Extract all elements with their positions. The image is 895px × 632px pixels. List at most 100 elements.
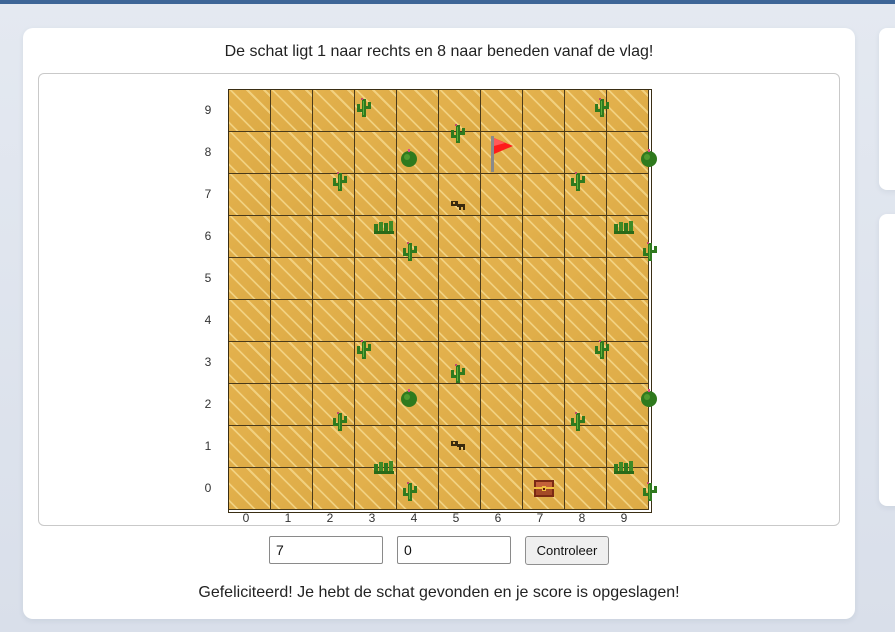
grid-cell[interactable] [523,384,565,426]
grid-cell[interactable] [523,174,565,216]
grid-cell[interactable] [565,258,607,300]
grid-cell[interactable] [229,300,271,342]
grid-cell[interactable] [271,174,313,216]
grid-cell[interactable] [565,174,607,216]
grid-cell[interactable] [397,258,439,300]
grid-cell[interactable] [229,90,271,132]
grid-cell[interactable] [481,426,523,468]
grid-cell[interactable] [481,384,523,426]
treasure-grid[interactable] [228,89,657,513]
grid-cell[interactable] [229,384,271,426]
grid-cell[interactable] [313,132,355,174]
grid-cell[interactable] [397,384,439,426]
grid-cell[interactable] [355,216,397,258]
grid-cell[interactable] [439,132,481,174]
grid-cell[interactable] [355,384,397,426]
grid-cell[interactable] [397,426,439,468]
grid-cell[interactable] [271,468,313,510]
grid-cell[interactable] [313,174,355,216]
grid-cell[interactable] [523,468,565,510]
grid-cell[interactable] [607,384,649,426]
grid-cell[interactable] [229,258,271,300]
grid-cell[interactable] [313,258,355,300]
grid-cell[interactable] [523,258,565,300]
grid-cell[interactable] [229,132,271,174]
grid-cell[interactable] [397,300,439,342]
grid-cell[interactable] [523,342,565,384]
grid-cell[interactable] [565,300,607,342]
grid-cell[interactable] [313,384,355,426]
grid-cell[interactable] [313,468,355,510]
grid-cell[interactable] [607,174,649,216]
grid-cell[interactable] [271,342,313,384]
grid-cell[interactable] [481,90,523,132]
grid-cell[interactable] [523,216,565,258]
grid-cell[interactable] [313,300,355,342]
grid-cell[interactable] [439,384,481,426]
grid-cell[interactable] [523,132,565,174]
grid-cell[interactable] [607,132,649,174]
grid-cell[interactable] [607,216,649,258]
grid-cell[interactable] [481,132,523,174]
grid-cell[interactable] [397,90,439,132]
y-coordinate-input[interactable] [397,536,511,564]
grid-cell[interactable] [607,426,649,468]
grid-cell[interactable] [397,216,439,258]
grid-cell[interactable] [565,426,607,468]
grid-cell[interactable] [565,384,607,426]
grid-cell[interactable] [271,384,313,426]
grid-cell[interactable] [397,174,439,216]
grid-cell[interactable] [523,300,565,342]
grid-cell[interactable] [271,258,313,300]
grid-cell[interactable] [439,426,481,468]
grid-cell[interactable] [565,132,607,174]
grid-cell[interactable] [439,90,481,132]
grid-cell[interactable] [271,300,313,342]
grid-cell[interactable] [313,216,355,258]
grid-cell[interactable] [481,300,523,342]
grid-cell[interactable] [355,258,397,300]
grid-cell[interactable] [313,90,355,132]
grid-cell[interactable] [607,468,649,510]
grid-cell[interactable] [271,426,313,468]
grid-cell[interactable] [313,426,355,468]
grid-cell[interactable] [355,342,397,384]
grid-cell[interactable] [271,216,313,258]
x-coordinate-input[interactable] [269,536,383,564]
grid-cell[interactable] [229,468,271,510]
grid-cell[interactable] [523,90,565,132]
grid-cell[interactable] [439,468,481,510]
grid-cell[interactable] [439,174,481,216]
grid-cell[interactable] [397,468,439,510]
grid-cell[interactable] [481,258,523,300]
grid-cell[interactable] [607,342,649,384]
grid-cell[interactable] [481,468,523,510]
grid-cell[interactable] [607,90,649,132]
grid-cell[interactable] [439,216,481,258]
grid-cell[interactable] [439,300,481,342]
grid-cell[interactable] [355,426,397,468]
grid-cell[interactable] [229,216,271,258]
grid-cell[interactable] [271,132,313,174]
grid-cell[interactable] [565,90,607,132]
grid-cell[interactable] [355,90,397,132]
grid-cell[interactable] [481,216,523,258]
grid-cell[interactable] [565,342,607,384]
grid-cell[interactable] [355,132,397,174]
grid-cell[interactable] [439,258,481,300]
grid-cell[interactable] [229,342,271,384]
grid-cell[interactable] [607,300,649,342]
grid-cell[interactable] [229,426,271,468]
grid-cell[interactable] [481,342,523,384]
grid-cell[interactable] [607,258,649,300]
check-button[interactable]: Controleer [525,536,609,565]
grid-cell[interactable] [481,174,523,216]
grid-cell[interactable] [397,342,439,384]
grid-cell[interactable] [229,174,271,216]
grid-cell[interactable] [439,342,481,384]
grid-cell[interactable] [355,300,397,342]
grid-cell[interactable] [565,468,607,510]
grid-cell[interactable] [355,174,397,216]
grid-cell[interactable] [355,468,397,510]
grid-cell[interactable] [271,90,313,132]
